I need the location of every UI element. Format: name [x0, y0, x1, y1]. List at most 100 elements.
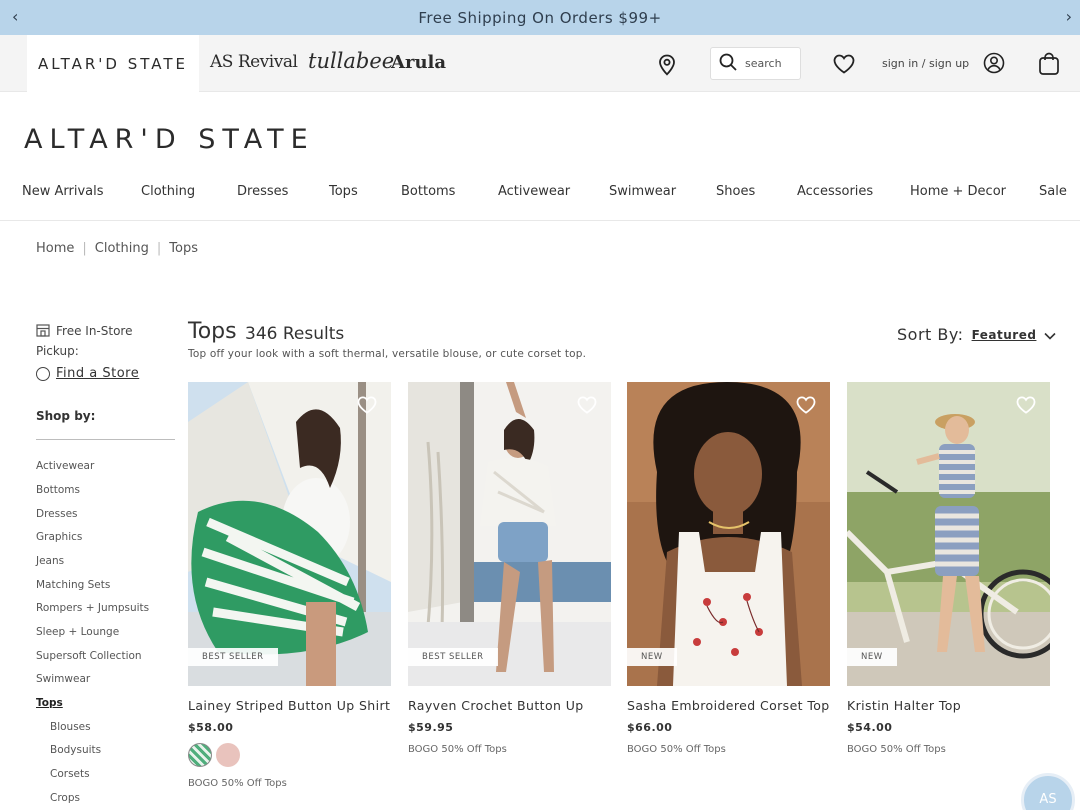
brand-bar: ALTAR'D STATE AS Revival tullabee Arula … [0, 35, 1080, 92]
brand-tab-tullabee[interactable]: tullabee [308, 49, 394, 73]
heart-icon[interactable] [1016, 396, 1036, 418]
category-supersoft-collection[interactable]: Supersoft Collection [36, 650, 142, 662]
new-badge: NEW [847, 648, 897, 666]
best-seller-badge: BEST SELLER [188, 648, 278, 666]
category-crops[interactable]: Crops [50, 792, 80, 804]
nav-dresses[interactable]: Dresses [237, 184, 288, 199]
promo-bar: ‹ Free Shipping On Orders $99+ › [0, 0, 1080, 35]
product-image[interactable]: NEW [627, 382, 830, 686]
new-badge: NEW [627, 648, 677, 666]
site-logo[interactable]: ALTAR'D STATE [24, 124, 315, 155]
promo-note: BOGO 50% Off Tops [408, 744, 507, 755]
search-icon[interactable] [719, 53, 737, 75]
result-count: 346 Results [245, 324, 345, 344]
store-pickup-text: Free In-Store Pickup: [36, 324, 133, 358]
nav-bottoms[interactable]: Bottoms [401, 184, 455, 199]
nav-new-arrivals[interactable]: New Arrivals [22, 184, 104, 199]
store-pickup-label: Free In-Store Pickup: [36, 322, 166, 360]
best-seller-badge: BEST SELLER [408, 648, 498, 666]
color-swatches [188, 743, 240, 767]
nav-swimwear[interactable]: Swimwear [609, 184, 676, 199]
product-name[interactable]: Kristin Halter Top [847, 698, 961, 713]
category-bottoms[interactable]: Bottoms [36, 484, 80, 496]
product-image[interactable]: BEST SELLER [408, 382, 611, 686]
chevron-left-icon[interactable]: ‹ [12, 8, 18, 26]
breadcrumb-clothing[interactable]: Clothing [95, 241, 149, 256]
location-pin-icon[interactable] [657, 54, 677, 80]
breadcrumb-home[interactable]: Home [36, 241, 74, 256]
category-rompers-jumpsuits[interactable]: Rompers + Jumpsuits [36, 602, 149, 614]
nav-accessories[interactable]: Accessories [797, 184, 873, 199]
shopping-bag-icon[interactable] [1038, 52, 1060, 80]
wishlist-heart-icon[interactable] [833, 54, 855, 78]
page-title: Tops [188, 319, 237, 344]
page-description: Top off your look with a soft thermal, v… [188, 348, 587, 360]
nav-tops[interactable]: Tops [329, 184, 358, 199]
product-name[interactable]: Lainey Striped Button Up Shirt [188, 698, 390, 713]
heart-icon[interactable] [796, 396, 816, 418]
product-price: $66.00 [627, 721, 673, 734]
category-dresses[interactable]: Dresses [36, 508, 78, 520]
sort-value[interactable]: Featured [972, 328, 1037, 342]
category-jeans[interactable]: Jeans [36, 555, 64, 567]
find-store-option[interactable]: Find a Store [36, 366, 139, 381]
product-price: $59.95 [408, 721, 454, 734]
category-sleep-lounge[interactable]: Sleep + Lounge [36, 626, 119, 638]
breadcrumb-tops[interactable]: Tops [169, 241, 198, 256]
promo-note: BOGO 50% Off Tops [847, 744, 946, 755]
brand-tab-altard-state[interactable]: ALTAR'D STATE [27, 35, 199, 92]
promo-note: BOGO 50% Off Tops [627, 744, 726, 755]
product-card: NEW Kristin Halter Top $54.00 BOGO 50% O… [847, 382, 1050, 755]
breadcrumb-separator: | [82, 241, 87, 256]
radio-circle-icon[interactable] [36, 366, 50, 381]
nav-activewear[interactable]: Activewear [498, 184, 570, 199]
product-image[interactable]: BEST SELLER [188, 382, 391, 686]
search-box[interactable] [710, 47, 801, 80]
swatch-green-stripe[interactable] [188, 743, 212, 767]
brand-tab-as-revival[interactable]: AS Revival [210, 52, 298, 72]
nav-clothing[interactable]: Clothing [141, 184, 195, 199]
product-name[interactable]: Sasha Embroidered Corset Top [627, 698, 830, 713]
heart-icon[interactable] [357, 396, 377, 418]
nav-sale[interactable]: Sale [1039, 184, 1067, 199]
product-card: NEW Sasha Embroidered Corset Top $66.00 … [627, 382, 830, 755]
account-icon[interactable] [983, 52, 1005, 78]
product-price: $54.00 [847, 721, 893, 734]
category-matching-sets[interactable]: Matching Sets [36, 579, 110, 591]
promo-text: Free Shipping On Orders $99+ [418, 8, 662, 27]
breadcrumb-separator: | [156, 241, 162, 256]
category-graphics[interactable]: Graphics [36, 531, 82, 543]
shop-by-heading: Shop by: [36, 409, 96, 423]
sign-in-link[interactable]: sign in / sign up [882, 57, 969, 70]
category-activewear[interactable]: Activewear [36, 460, 94, 472]
store-icon [36, 324, 50, 342]
brand-tab-arula[interactable]: Arula [391, 52, 446, 73]
swatch-pink[interactable] [216, 743, 240, 767]
heart-icon[interactable] [577, 396, 597, 418]
product-card: BEST SELLER Lainey Striped Button Up Shi… [188, 382, 391, 789]
nav-home-decor[interactable]: Home + Decor [910, 184, 1006, 199]
chat-label: AS [1039, 792, 1057, 807]
category-bodysuits[interactable]: Bodysuits [50, 744, 101, 756]
category-tops[interactable]: Tops [36, 697, 63, 709]
breadcrumb: Home | Clothing | Tops [36, 241, 198, 256]
category-swimwear[interactable]: Swimwear [36, 673, 90, 685]
sort-label: Sort By: [897, 325, 964, 344]
divider [36, 439, 175, 440]
product-image[interactable]: NEW [847, 382, 1050, 686]
brand-altard-state-logo: ALTAR'D STATE [38, 54, 188, 73]
nav-shoes[interactable]: Shoes [716, 184, 755, 199]
product-price: $58.00 [188, 721, 234, 734]
sort-dropdown[interactable]: Sort By: Featured [897, 325, 1057, 344]
find-store-link[interactable]: Find a Store [56, 366, 139, 381]
chevron-down-icon[interactable] [1044, 325, 1057, 344]
chevron-right-icon[interactable]: › [1066, 8, 1072, 26]
promo-note: BOGO 50% Off Tops [188, 778, 287, 789]
product-name[interactable]: Rayven Crochet Button Up [408, 698, 584, 713]
category-corsets[interactable]: Corsets [50, 768, 90, 780]
category-blouses[interactable]: Blouses [50, 721, 91, 733]
chat-button[interactable]: AS [1021, 773, 1075, 810]
product-card: BEST SELLER Rayven Crochet Button Up $59… [408, 382, 611, 755]
search-input[interactable] [745, 57, 795, 70]
main-nav: New Arrivals Clothing Dresses Tops Botto… [0, 183, 1080, 221]
